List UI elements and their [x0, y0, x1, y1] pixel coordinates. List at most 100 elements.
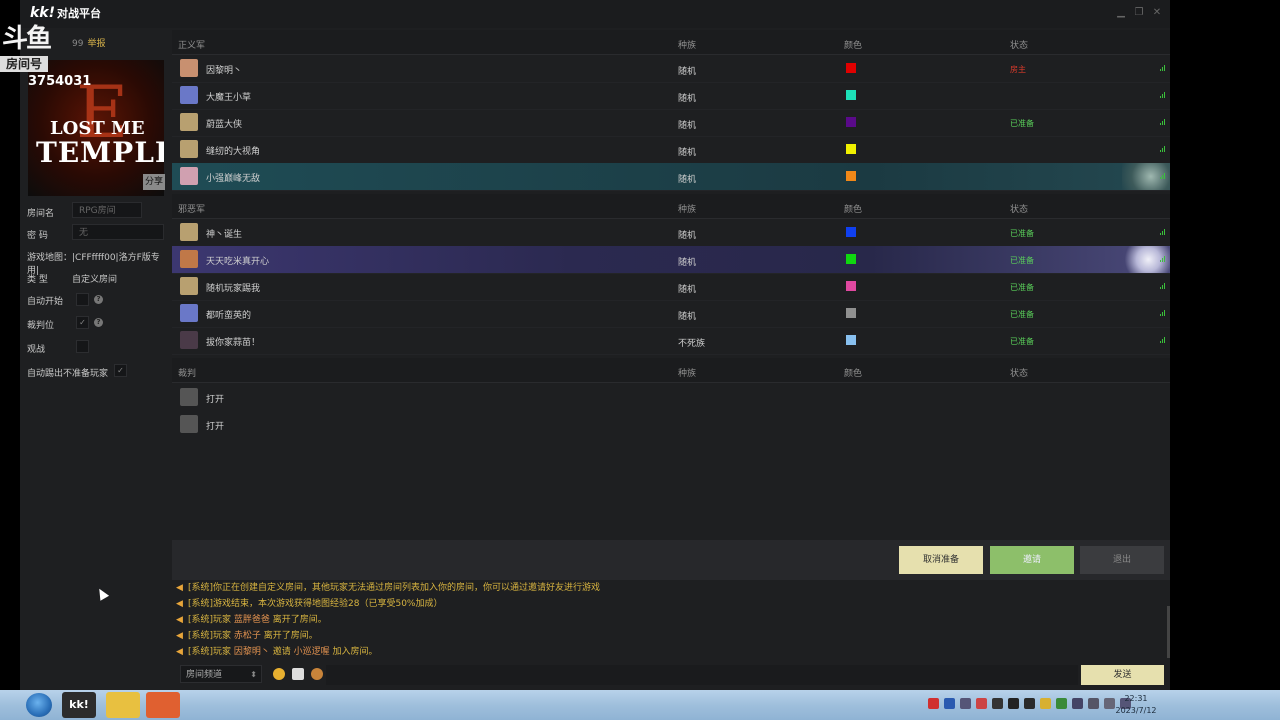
- player-color-swatch[interactable]: [846, 335, 856, 345]
- player-status: 已准备: [1010, 119, 1034, 128]
- exit-button[interactable]: 退出: [1080, 546, 1164, 574]
- speaker-icon: ◀: [176, 583, 183, 593]
- signal-icon: [1160, 146, 1166, 152]
- app-icon[interactable]: [106, 692, 140, 718]
- app-icon[interactable]: [146, 692, 180, 718]
- avatar: [180, 331, 198, 349]
- dice-icon[interactable]: [292, 668, 304, 680]
- player-race[interactable]: 随机: [678, 228, 696, 241]
- tray-icon[interactable]: [960, 698, 971, 709]
- signal-icon: [1160, 337, 1166, 343]
- emoji-icon[interactable]: [273, 668, 285, 680]
- speaker-icon: ◀: [176, 647, 183, 657]
- referee-slot[interactable]: 打开: [172, 384, 1170, 411]
- player-row[interactable]: 因黎明丶 随机 房主: [172, 55, 1170, 83]
- team-header: 正义军 种族 颜色 状态: [172, 30, 1170, 55]
- player-row[interactable]: 缝纫的大视角 随机: [172, 136, 1170, 164]
- player-status: 已准备: [1010, 283, 1034, 292]
- stream-watermark: 斗鱼 房间号: [0, 24, 52, 72]
- player-race[interactable]: 随机: [678, 118, 696, 131]
- empty-avatar-icon: [180, 415, 198, 433]
- signal-icon: [1160, 173, 1166, 179]
- report-link[interactable]: 举报: [87, 39, 105, 49]
- invite-button[interactable]: 邀请: [990, 546, 1074, 574]
- chat-scrollbar[interactable]: [1167, 606, 1170, 658]
- kk-app-icon[interactable]: kk!: [62, 692, 96, 718]
- player-race[interactable]: 随机: [678, 64, 696, 77]
- referee-slot[interactable]: 打开: [172, 411, 1170, 438]
- auto-kick-checkbox[interactable]: ✓: [114, 364, 127, 377]
- player-row[interactable]: 随机玩家踢我 随机 已准备: [172, 273, 1170, 301]
- speaker-icon: ◀: [176, 599, 183, 609]
- start-button[interactable]: [26, 693, 52, 717]
- player-race[interactable]: 随机: [678, 282, 696, 295]
- player-row[interactable]: 拔你家蒜苗！ 不死族 已准备: [172, 327, 1170, 355]
- tray-icon[interactable]: [1040, 698, 1051, 709]
- room-name-input[interactable]: RPG房间: [72, 202, 142, 218]
- player-name: 小强巅峰无敌: [206, 174, 261, 184]
- player-race[interactable]: 随机: [678, 309, 696, 322]
- player-row[interactable]: 大魔王小草 随机: [172, 82, 1170, 110]
- player-row[interactable]: 神丶诞生 随机 已准备: [172, 219, 1170, 247]
- auto-start-checkbox[interactable]: [76, 293, 89, 306]
- chat-input[interactable]: [326, 665, 1078, 685]
- gift-icon[interactable]: [311, 668, 323, 680]
- player-color-swatch[interactable]: [846, 308, 856, 318]
- player-row[interactable]: 小强巅峰无敌 随机: [172, 163, 1170, 191]
- referee-checkbox[interactable]: ✓: [76, 316, 89, 329]
- tray-icon[interactable]: [976, 698, 987, 709]
- chevron-down-icon: ⬍: [250, 670, 257, 679]
- auto-kick-label: 自动踢出不准备玩家: [27, 369, 109, 379]
- tray-icon[interactable]: [1024, 698, 1035, 709]
- tray-icon[interactable]: [1008, 698, 1019, 709]
- player-name: 拔你家蒜苗！: [206, 338, 261, 348]
- tray-icon[interactable]: [1072, 698, 1083, 709]
- chat-message: ◀ [系统]玩家 因黎明丶 邀请 小巡逻喔 加入房间。: [176, 647, 378, 657]
- tray-icon[interactable]: [992, 698, 1003, 709]
- tray-icon[interactable]: [928, 698, 939, 709]
- window-controls: ▁ ❐ ✕: [1116, 8, 1162, 18]
- player-color-swatch[interactable]: [846, 63, 856, 73]
- player-race[interactable]: 随机: [678, 172, 696, 185]
- minimize-icon[interactable]: ▁: [1116, 8, 1126, 18]
- help-icon[interactable]: ?: [94, 295, 103, 304]
- player-race[interactable]: 随机: [678, 145, 696, 158]
- player-name: 大魔王小草: [206, 93, 252, 103]
- system-tray: [928, 698, 1131, 712]
- player-color-swatch[interactable]: [846, 144, 856, 154]
- player-color-swatch[interactable]: [846, 117, 856, 127]
- player-row[interactable]: 蔚蓝大侠 随机 已准备: [172, 109, 1170, 137]
- channel-select[interactable]: 房间频道 ⬍: [180, 665, 262, 683]
- player-race[interactable]: 随机: [678, 255, 696, 268]
- player-color-swatch[interactable]: [846, 227, 856, 237]
- avatar: [180, 113, 198, 131]
- tray-icon[interactable]: [944, 698, 955, 709]
- player-status: 已准备: [1010, 310, 1034, 319]
- tray-icon[interactable]: [1088, 698, 1099, 709]
- cancel-ready-button[interactable]: 取消准备: [899, 546, 983, 574]
- player-status: 已准备: [1010, 337, 1034, 346]
- chat-log: ◀ [系统]你正在创建自定义房间，其他玩家无法通过房间列表加入你的房间，你可以通过…: [172, 580, 1170, 660]
- clock[interactable]: 22:31 2023/7/12: [1112, 693, 1160, 717]
- player-row[interactable]: 天天吃米真开心 随机 已准备: [172, 246, 1170, 274]
- spectate-checkbox[interactable]: [76, 340, 89, 353]
- help-icon[interactable]: ?: [94, 318, 103, 327]
- player-color-swatch[interactable]: [846, 281, 856, 291]
- send-button[interactable]: 发送: [1081, 665, 1164, 685]
- title-bar: kk! 对战平台 ▁ ❐ ✕: [20, 0, 1170, 28]
- player-color-swatch[interactable]: [846, 254, 856, 264]
- restore-icon[interactable]: ❐: [1134, 8, 1144, 18]
- share-button[interactable]: 分享: [143, 174, 165, 190]
- player-color-swatch[interactable]: [846, 171, 856, 181]
- player-race[interactable]: 随机: [678, 91, 696, 104]
- player-color-swatch[interactable]: [846, 90, 856, 100]
- tray-icon[interactable]: [1056, 698, 1067, 709]
- speaker-icon: ◀: [176, 615, 183, 625]
- referee-label: 裁判位: [27, 321, 55, 331]
- player-race[interactable]: 不死族: [678, 336, 705, 349]
- close-icon[interactable]: ✕: [1152, 8, 1162, 18]
- password-input[interactable]: 无: [72, 224, 164, 240]
- signal-icon: [1160, 229, 1166, 235]
- player-row[interactable]: 都听蛮英的 随机 已准备: [172, 300, 1170, 328]
- room-id: 99 举报: [72, 39, 106, 49]
